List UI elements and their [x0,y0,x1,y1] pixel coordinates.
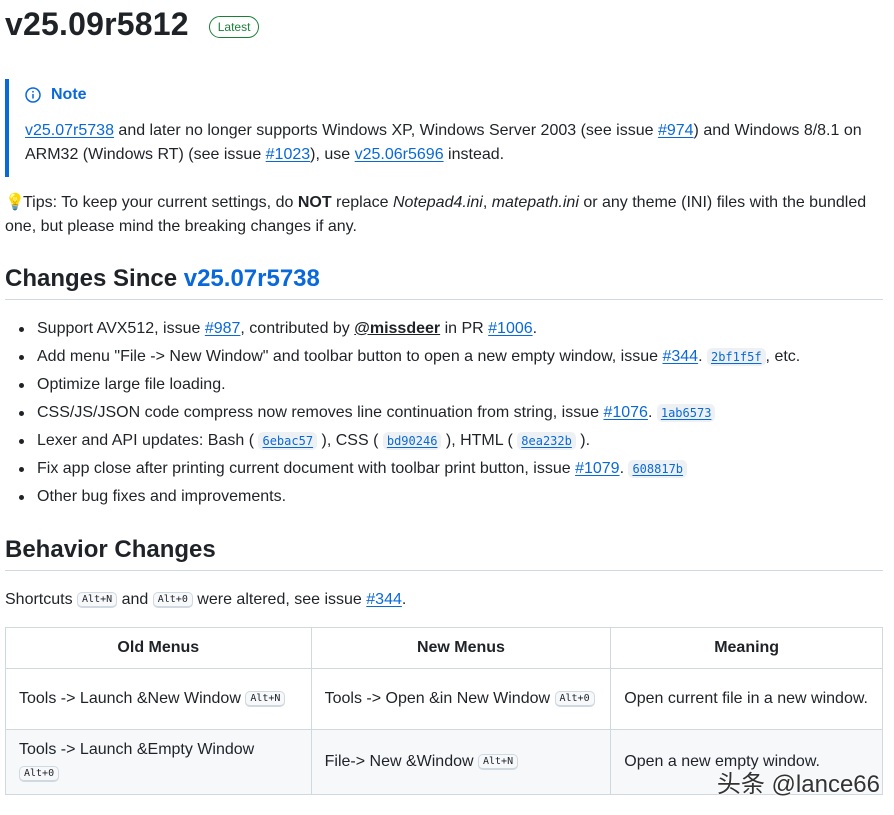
issue-link-987[interactable]: #987 [205,320,241,337]
changes-heading: Changes Since v25.07r5738 [5,265,883,300]
changes-heading-link[interactable]: v25.07r5738 [184,265,320,292]
latest-badge: Latest [208,15,260,38]
list-item: Support AVX512, issue #987, contributed … [17,317,877,345]
note-link-1023[interactable]: #1023 [266,146,311,163]
list-item: Other bug fixes and improvements. [17,485,877,513]
cell-old-menu: Tools -> Launch &Empty Window Alt+0 [5,729,312,795]
note-heading: Note [25,85,883,105]
kbd-key: Alt+0 [554,691,595,707]
kbd-alt-0: Alt+0 [152,592,193,608]
table-row: Tools -> Launch &New Window Alt+N Tools … [5,668,883,730]
release-header: v25.09r5812 Latest [5,6,260,43]
list-item: Lexer and API updates: Bash ( 6ebac57 ),… [17,429,877,457]
note-body: v25.07r5738 and later no longer supports… [25,122,862,163]
list-item: Add menu "File -> New Window" and toolba… [17,345,877,373]
user-mention-missdeer[interactable]: @missdeer [354,320,440,337]
col-header-new-menus: New Menus [310,627,612,669]
list-item: Optimize large file loading. [17,373,877,401]
note-link-974[interactable]: #974 [658,122,694,139]
commit-link-bd90246[interactable]: bd90246 [382,432,442,450]
lightbulb-icon: 💡 [5,194,25,211]
note-heading-label: Note [51,86,87,103]
kbd-key: Alt+N [245,691,286,707]
shortcuts-paragraph: Shortcuts Alt+N and Alt+0 were altered, … [5,591,407,608]
issue-link-1076[interactable]: #1076 [603,404,648,421]
col-header-old-menus: Old Menus [5,627,312,669]
info-icon [25,87,41,103]
col-header-meaning: Meaning [610,627,883,669]
list-item: CSS/JS/JSON code compress now removes li… [17,401,877,429]
commit-link-6ebac57[interactable]: 6ebac57 [258,432,318,450]
tips-paragraph: 💡Tips: To keep your current settings, do… [5,191,883,239]
issue-link-344-behavior[interactable]: #344 [366,591,402,608]
behavior-heading: Behavior Changes [5,536,883,571]
commit-link-8ea232b[interactable]: 8ea232b [517,432,576,450]
release-title[interactable]: v25.09r5812 [5,6,189,43]
note-link-v25-07[interactable]: v25.07r5738 [25,122,114,139]
cell-new-menu: Tools -> Open &in New Window Alt+0 [310,668,612,730]
table-header-row: Old Menus New Menus Meaning [5,627,883,669]
watermark: 头条 @lance66 [716,771,880,798]
cell-old-menu: Tools -> Launch &New Window Alt+N [5,668,312,730]
issue-link-344[interactable]: #344 [662,348,698,365]
commit-link-1ab6573[interactable]: 1ab6573 [656,404,716,422]
changes-list: Support AVX512, issue #987, contributed … [17,317,877,513]
commit-link-608817b[interactable]: 608817b [628,460,688,478]
cell-meaning: Open current file in a new window. [610,668,883,730]
issue-link-1079[interactable]: #1079 [575,460,620,477]
commit-link-2bf1f5f[interactable]: 2bf1f5f [706,348,766,366]
cell-new-menu: File-> New &Window Alt+N [310,729,612,795]
note-link-v25-06[interactable]: v25.06r5696 [355,146,444,163]
list-item: Fix app close after printing current doc… [17,457,877,485]
kbd-alt-n: Alt+N [77,592,118,608]
note-callout: Note v25.07r5738 and later no longer sup… [5,79,883,177]
kbd-key: Alt+N [478,754,519,770]
pr-link-1006[interactable]: #1006 [488,320,533,337]
kbd-key: Alt+0 [19,766,60,782]
